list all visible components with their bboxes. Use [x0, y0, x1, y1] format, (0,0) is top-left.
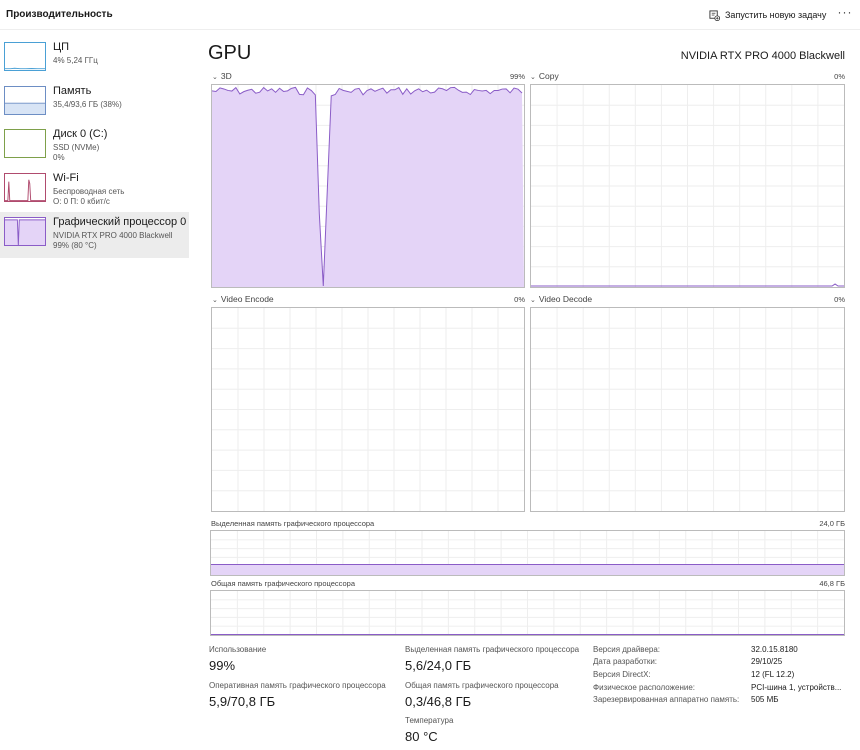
sidebar-item-detail: 0% [53, 153, 65, 162]
dedicated-memory-stat-label: Выделенная память графического процессор… [405, 645, 580, 654]
usage-label: Использование [209, 645, 267, 654]
gpu-ram-value: 5,9/70,8 ГБ [209, 694, 276, 709]
disk-thumbnail-graph [4, 129, 46, 158]
panel-3d-percent: 99% [509, 72, 525, 81]
sidebar-item-detail: NVIDIA RTX PRO 4000 Blackwell [53, 231, 173, 240]
graph-dedicated-memory [210, 530, 845, 576]
graph-copy [530, 84, 845, 288]
temperature-value: 80 °C [405, 729, 438, 744]
panel-copy-selector[interactable]: ⌄ Copy [530, 71, 559, 81]
chevron-down-icon: ⌄ [212, 74, 218, 81]
sidebar-item-label: Графический процессор 0 [53, 216, 187, 228]
sidebar-item-detail: SSD (NVMe) [53, 143, 100, 152]
graph-video-encode [211, 307, 525, 512]
sidebar-item-label: ЦП [53, 41, 70, 53]
driver-version-value: 32.0.15.8180 [751, 645, 798, 654]
title-bar: Производительность Запустить новую задач… [0, 0, 860, 30]
new-task-icon [709, 9, 720, 21]
panel-encode-label: Video Encode [220, 294, 274, 304]
graph-grid [531, 308, 844, 511]
graph-video-decode [530, 307, 845, 512]
driver-version-key: Версия драйвера: [593, 645, 661, 654]
panel-encode-percent: 0% [514, 295, 525, 304]
new-task-label: Запустить новую задачу [725, 10, 827, 20]
usage-value: 99% [209, 658, 236, 673]
panel-copy-label: Copy [538, 71, 559, 81]
reserved-memory-key: Зарезервированная аппаратно память: [593, 695, 740, 704]
sidebar-item-disk[interactable]: Диск 0 (C:) SSD (NVMe) 0% [0, 124, 189, 168]
sidebar: ЦП 4% 5,24 ГГц Память 35,4/93,6 ГБ (38%)… [0, 37, 189, 258]
panel-3d-label: 3D [220, 71, 232, 81]
gpu-thumbnail-graph [4, 217, 46, 246]
sidebar-item-label: Диск 0 (C:) [53, 128, 108, 140]
new-task-button[interactable]: Запустить новую задачу [709, 7, 826, 23]
cpu-thumbnail-graph [4, 42, 46, 71]
temperature-label: Температура [405, 716, 454, 725]
panel-decode-selector[interactable]: ⌄ Video Decode [530, 294, 592, 304]
physical-location-key: Физическое расположение: [593, 683, 695, 692]
sidebar-item-cpu[interactable]: ЦП 4% 5,24 ГГц [0, 37, 189, 81]
page-title: Производительность [6, 9, 113, 20]
sidebar-item-detail: 99% (80 °C) [53, 241, 97, 250]
gpu-ram-label: Оперативная память графического процессо… [209, 681, 386, 690]
panel-decode-percent: 0% [834, 295, 845, 304]
sidebar-item-detail: 35,4/93,6 ГБ (38%) [53, 99, 122, 109]
sidebar-item-detail: Беспроводная сеть [53, 186, 125, 196]
sidebar-item-detail: 4% 5,24 ГГц [53, 56, 98, 65]
chevron-down-icon: ⌄ [530, 297, 536, 304]
sidebar-item-label: Память [53, 84, 92, 97]
shared-memory-label: Общая память графического процессора [211, 579, 356, 588]
sidebar-item-memory[interactable]: Память 35,4/93,6 ГБ (38%) [0, 81, 189, 125]
directx-version-key: Версия DirectX: [593, 670, 651, 679]
chevron-down-icon: ⌄ [212, 297, 218, 304]
directx-version-value: 12 (FL 12.2) [751, 670, 795, 679]
driver-date-key: Дата разработки: [593, 657, 658, 666]
shared-memory-capacity: 46,8 ГБ [819, 579, 845, 588]
graph-grid [531, 85, 844, 287]
physical-location-value: PCI-шина 1, устройств... [751, 683, 842, 692]
panel-3d-selector[interactable]: ⌄ 3D [212, 71, 232, 81]
panel-copy-percent: 0% [834, 72, 845, 81]
panel-encode-selector[interactable]: ⌄ Video Encode [212, 294, 274, 304]
wifi-thumbnail-graph [4, 172, 46, 202]
graph-shared-memory [210, 590, 845, 636]
sidebar-item-detail: О: 0 П: 0 кбит/с [53, 196, 110, 206]
driver-date-value: 29/10/25 [751, 657, 783, 666]
dedicated-memory-fill [211, 564, 844, 575]
more-icon[interactable]: ··· [836, 6, 854, 22]
dedicated-memory-stat-value: 5,6/24,0 ГБ [405, 658, 472, 673]
dedicated-memory-label: Выделенная память графического процессор… [211, 519, 375, 528]
graph-3d [211, 84, 525, 288]
shared-memory-stat-label: Общая память графического процессора [405, 681, 559, 690]
sidebar-item-wifi[interactable]: Wi-Fi Беспроводная сеть О: 0 П: 0 кбит/с [0, 168, 189, 212]
dedicated-memory-capacity: 24,0 ГБ [819, 519, 845, 528]
graph-3d-area [212, 87, 524, 287]
gpu-heading: GPU [208, 42, 252, 64]
chevron-down-icon: ⌄ [530, 74, 536, 81]
panel-decode-label: Video Decode [538, 294, 593, 304]
graph-grid [211, 591, 844, 635]
shared-memory-stat-value: 0,3/46,8 ГБ [405, 694, 472, 709]
sidebar-item-gpu[interactable]: Графический процессор 0 NVIDIA RTX PRO 4… [0, 212, 189, 258]
graph-grid [212, 308, 524, 511]
reserved-memory-value: 505 МБ [751, 695, 779, 704]
memory-thumbnail-graph [4, 85, 46, 115]
sidebar-item-label: Wi-Fi [53, 171, 79, 184]
gpu-model-name: NVIDIA RTX PRO 4000 Blackwell [680, 50, 845, 62]
